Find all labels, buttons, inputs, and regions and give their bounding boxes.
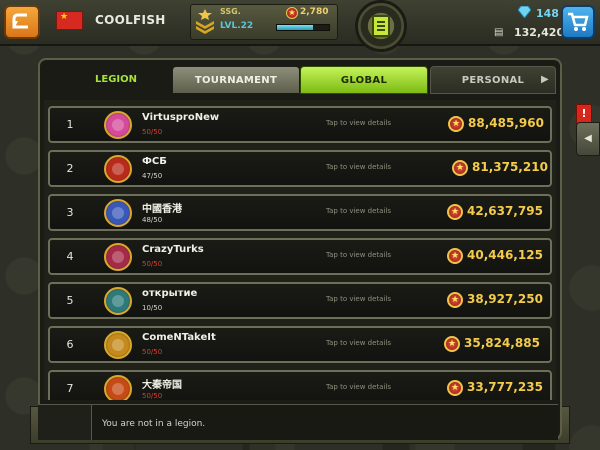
legion-emblem-icon bbox=[104, 287, 132, 315]
legion-name: VirtusproNew bbox=[142, 112, 220, 123]
chevron-right-icon: ▶ bbox=[541, 74, 549, 85]
diamond-icon bbox=[518, 6, 531, 18]
gem-count: 148 bbox=[536, 7, 559, 20]
member-count: 50/50 bbox=[142, 392, 163, 400]
legion-emblem-icon bbox=[104, 375, 132, 400]
legion-name: ComeNTakeIt bbox=[142, 332, 216, 343]
xp-progress-fill bbox=[277, 25, 313, 30]
rank-number: 1 bbox=[66, 118, 74, 131]
rank-number: 6 bbox=[66, 338, 74, 351]
score-medal-icon: ★ bbox=[447, 248, 463, 264]
member-count: 10/50 bbox=[142, 304, 163, 312]
legion-emblem-icon bbox=[104, 331, 132, 359]
tap-to-view-hint: Tap to view details bbox=[326, 207, 391, 215]
side-panel-toggle[interactable]: ◀ bbox=[576, 122, 600, 156]
score-medal-icon: ★ bbox=[452, 160, 468, 176]
cash-icon: ▤ bbox=[494, 27, 504, 38]
table-row[interactable]: 2 ФСБ 47/50 Tap to view details ★ 81,375… bbox=[48, 150, 552, 187]
legion-name: ФСБ bbox=[142, 156, 167, 167]
status-bar-left bbox=[38, 404, 92, 440]
missions-button[interactable] bbox=[355, 0, 407, 52]
legion-emblem-icon bbox=[104, 199, 132, 227]
tap-to-view-hint: Tap to view details bbox=[326, 119, 391, 127]
rank-level: LVL.22 bbox=[220, 21, 254, 31]
member-count: 47/50 bbox=[142, 172, 163, 180]
flag-star-icon: ★ bbox=[60, 12, 69, 22]
player-name[interactable]: COOLFISH bbox=[95, 13, 166, 27]
tab-personal-label: PERSONAL bbox=[461, 74, 525, 86]
legion-score: 40,446,125 bbox=[467, 248, 543, 262]
table-row[interactable]: 1 VirtusproNew 50/50 Tap to view details… bbox=[48, 106, 552, 143]
legion-name: открытие bbox=[142, 288, 198, 299]
table-row[interactable]: 6 ComeNTakeIt 50/50 Tap to view details … bbox=[48, 326, 552, 363]
legion-emblem-icon bbox=[104, 111, 132, 139]
tap-to-view-hint: Tap to view details bbox=[326, 339, 391, 347]
legion-score: 81,375,210 bbox=[472, 160, 548, 174]
rank-number: 2 bbox=[66, 162, 74, 175]
country-flag: ★ bbox=[56, 11, 83, 30]
legion-score: 88,485,960 bbox=[468, 116, 544, 130]
table-row[interactable]: 5 открытие 10/50 Tap to view details ★ 3… bbox=[48, 282, 552, 319]
member-count: 50/50 bbox=[142, 260, 163, 268]
rank-number: 3 bbox=[66, 206, 74, 219]
score-medal-icon: ★ bbox=[447, 292, 463, 308]
cash-count: 132,420 bbox=[514, 26, 565, 39]
tap-to-view-hint: Tap to view details bbox=[326, 163, 391, 171]
xp-medal-icon: ★ bbox=[286, 7, 298, 19]
legion-status-message: You are not in a legion. bbox=[92, 404, 558, 440]
legion-score: 33,777,235 bbox=[467, 380, 543, 394]
table-row[interactable]: 7 大秦帝国 50/50 Tap to view details ★ 33,77… bbox=[48, 370, 552, 400]
tap-to-view-hint: Tap to view details bbox=[326, 251, 391, 259]
tab-global[interactable]: GLOBAL bbox=[300, 66, 428, 94]
member-count: 50/50 bbox=[142, 128, 163, 136]
rank-number: 5 bbox=[66, 294, 74, 307]
score-medal-icon: ★ bbox=[448, 116, 464, 132]
tab-tournament[interactable]: TOURNAMENT bbox=[172, 66, 300, 94]
score-medal-icon: ★ bbox=[444, 336, 460, 352]
legion-score: 35,824,885 bbox=[464, 336, 540, 350]
table-row[interactable]: 3 中國香港 48/50 Tap to view details ★ 42,63… bbox=[48, 194, 552, 231]
legion-name: 中國香港 bbox=[142, 204, 182, 215]
score-medal-icon: ★ bbox=[447, 380, 463, 396]
back-button[interactable] bbox=[4, 5, 40, 39]
member-count: 48/50 bbox=[142, 216, 163, 224]
legion-emblem-icon bbox=[104, 243, 132, 271]
tap-to-view-hint: Tap to view details bbox=[326, 383, 391, 391]
tab-personal[interactable]: PERSONAL ▶ bbox=[430, 66, 556, 94]
xp-value: 2,780 bbox=[300, 7, 329, 17]
shop-button[interactable] bbox=[561, 5, 595, 39]
tab-legion-label: LEGION bbox=[95, 73, 138, 85]
legion-score: 38,927,250 bbox=[467, 292, 543, 306]
rank-title: SSG. bbox=[220, 7, 241, 16]
legion-emblem-icon bbox=[104, 155, 132, 183]
rank-chevron-icon bbox=[196, 9, 214, 34]
legion-list[interactable]: 1 VirtusproNew 50/50 Tap to view details… bbox=[44, 100, 556, 400]
legion-score: 42,637,795 bbox=[467, 204, 543, 218]
clipboard-icon bbox=[372, 15, 390, 37]
shopping-cart-icon bbox=[568, 12, 589, 31]
legion-name: 大秦帝国 bbox=[142, 380, 182, 391]
legion-name: CrazyTurks bbox=[142, 244, 204, 255]
tap-to-view-hint: Tap to view details bbox=[326, 295, 391, 303]
rank-number: 7 bbox=[66, 382, 74, 395]
table-row[interactable]: 4 CrazyTurks 50/50 Tap to view details ★… bbox=[48, 238, 552, 275]
back-arrow-icon bbox=[12, 13, 28, 29]
member-count: 50/50 bbox=[142, 348, 163, 356]
score-medal-icon: ★ bbox=[447, 204, 463, 220]
alert-icon[interactable]: ! bbox=[576, 104, 592, 124]
rank-number: 4 bbox=[66, 250, 74, 263]
